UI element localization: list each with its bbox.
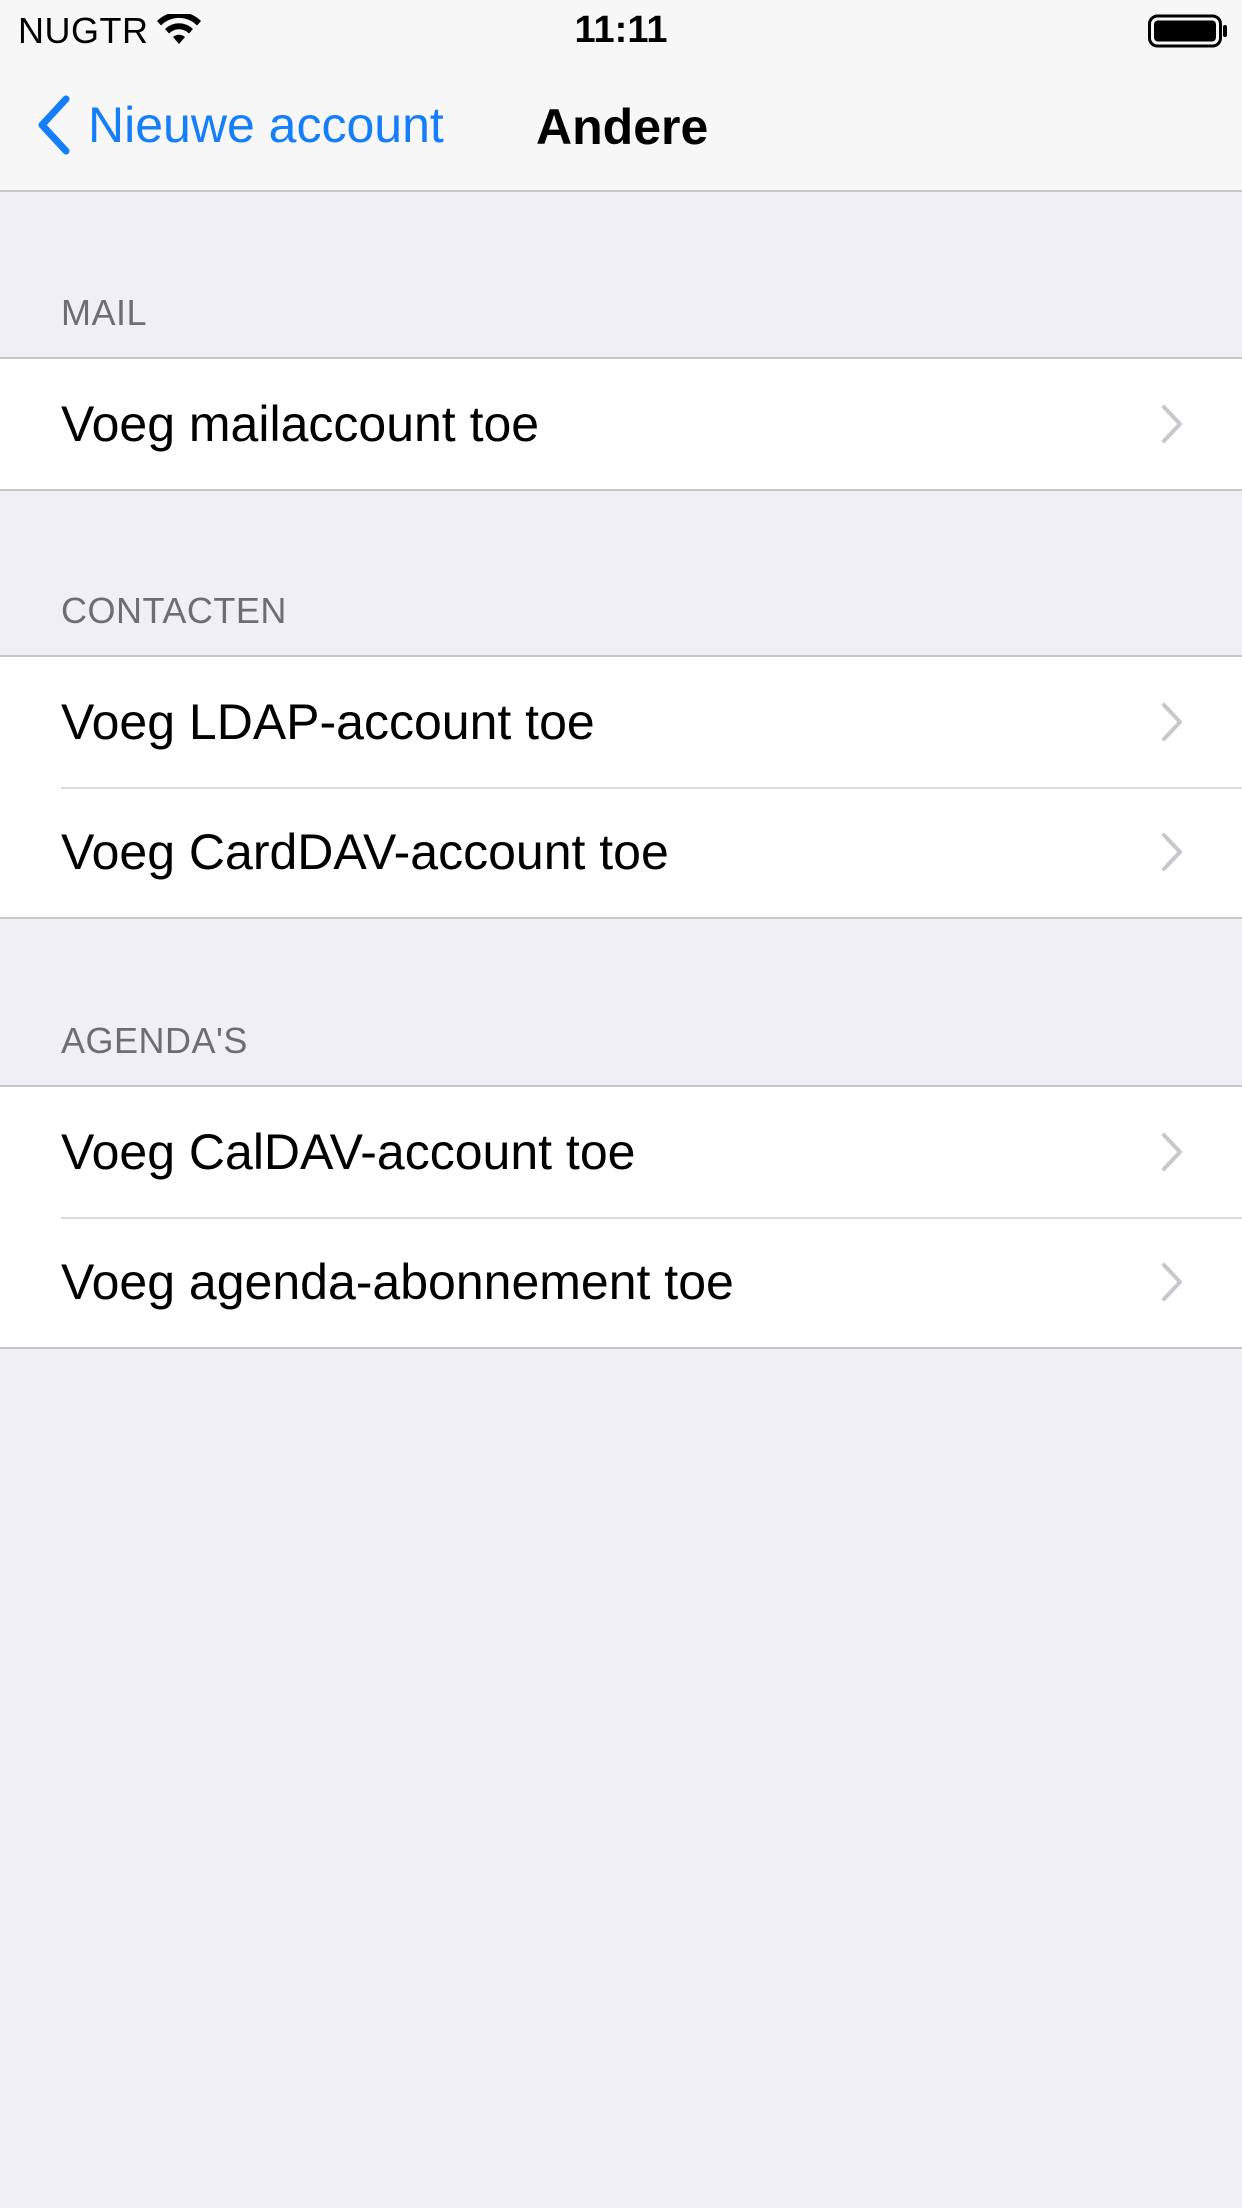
status-bar: NUGTR 11:11 [0, 0, 1242, 60]
section-header-contacten: CONTACTEN [61, 590, 287, 631]
chevron-right-icon [1162, 1263, 1182, 1301]
row-label: Voeg agenda-abonnement toe [61, 1254, 734, 1310]
page-title: Andere [536, 99, 709, 155]
clock: 11:11 [574, 9, 668, 51]
back-button-label: Nieuwe account [88, 97, 444, 153]
row-add-caldav-account[interactable]: Voeg CalDAV-account toe [0, 1087, 1242, 1217]
back-button[interactable]: Nieuwe account [34, 90, 444, 160]
chevron-right-icon [1162, 405, 1182, 443]
navigation-bar: Nieuwe account Andere [0, 60, 1242, 192]
chevron-right-icon [1162, 833, 1182, 871]
row-label: Voeg LDAP-account toe [61, 694, 595, 750]
row-add-calendar-subscription[interactable]: Voeg agenda-abonnement toe [0, 1217, 1242, 1347]
row-label: Voeg CardDAV-account toe [61, 824, 669, 880]
row-add-carddav-account[interactable]: Voeg CardDAV-account toe [0, 787, 1242, 917]
section-header-agendas: AGENDA'S [61, 1020, 248, 1061]
row-label: Voeg mailaccount toe [61, 396, 540, 452]
chevron-right-icon [1162, 1133, 1182, 1171]
row-add-ldap-account[interactable]: Voeg LDAP-account toe [0, 657, 1242, 787]
group-contacten: Voeg LDAP-account toe Voeg CardDAV-accou… [0, 655, 1242, 919]
group-agendas: Voeg CalDAV-account toe Voeg agenda-abon… [0, 1085, 1242, 1349]
chevron-left-icon [38, 95, 70, 155]
group-mail: Voeg mailaccount toe [0, 357, 1242, 491]
battery-icon [1148, 14, 1227, 48]
chevron-right-icon [1162, 703, 1182, 741]
section-header-mail: MAIL [61, 292, 148, 333]
row-add-mail-account[interactable]: Voeg mailaccount toe [0, 359, 1242, 489]
row-label: Voeg CalDAV-account toe [61, 1124, 636, 1180]
